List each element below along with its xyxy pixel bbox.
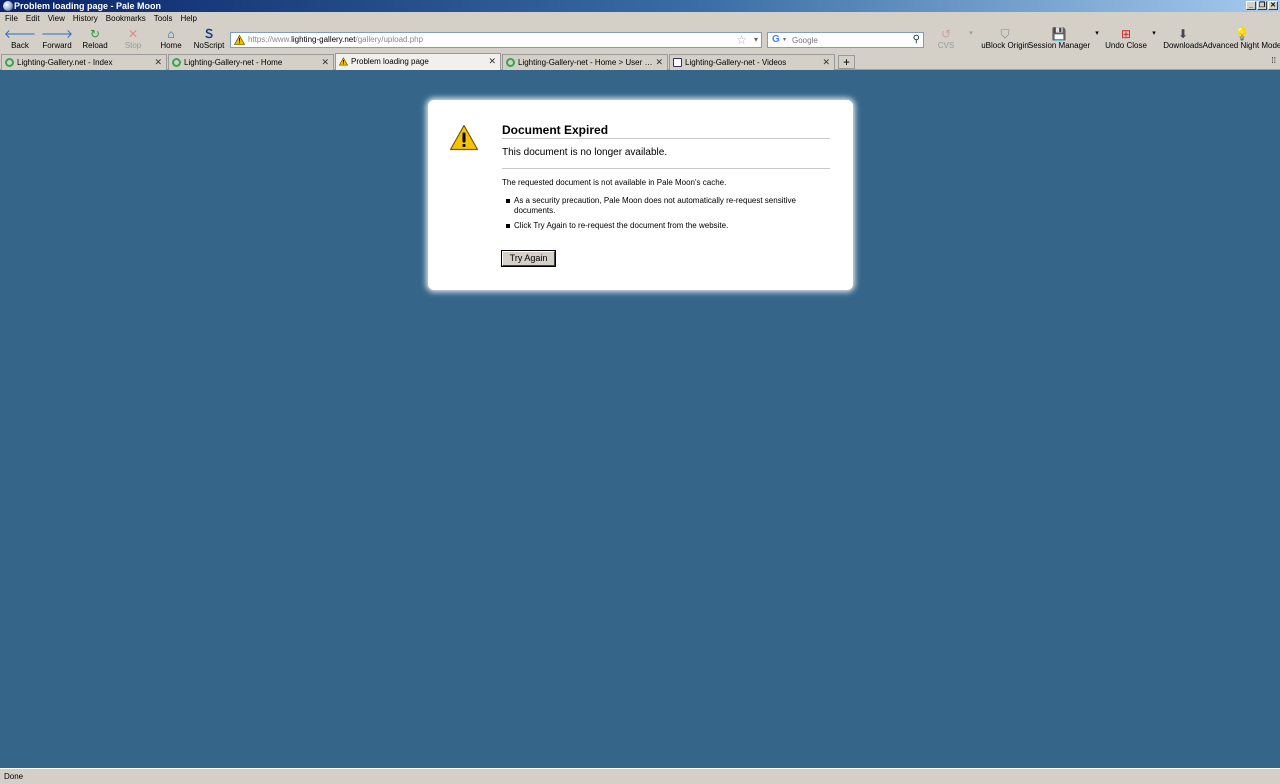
night-mode-button[interactable]: 💡 Advanced Night Mode [1203, 27, 1280, 52]
restore-button[interactable]: ❐ [1257, 1, 1267, 10]
undo-close-dropdown[interactable]: ▾ [1149, 27, 1159, 52]
google-icon[interactable]: G [772, 33, 780, 47]
undo-close-icon: ⊞ [1120, 27, 1132, 41]
title-bar: Problem loading page - Pale Moon _ ❐ ✕ [0, 0, 1280, 12]
loading-ring-icon [172, 58, 181, 67]
chevron-down-icon: ▾ [969, 30, 973, 37]
url-path: /gallery/upload.php [355, 35, 424, 44]
stop-icon: ✕ [127, 27, 139, 41]
menu-tools[interactable]: Tools [150, 12, 177, 26]
menu-edit[interactable]: Edit [22, 12, 44, 26]
url-host: lighting-gallery.net [291, 35, 356, 44]
page-content: Document Expired This document is no lon… [0, 70, 1280, 768]
window-title: Problem loading page - Pale Moon [14, 1, 162, 11]
list-item: As a security precaution, Pale Moon does… [502, 196, 830, 216]
reload-icon: ↻ [89, 27, 101, 41]
cvs-button[interactable]: ↺ CVS [937, 27, 955, 52]
tab-label: Lighting-Gallery-net - Videos [685, 58, 787, 67]
error-page-container: Document Expired This document is no lon… [428, 100, 853, 290]
search-icon[interactable]: ⚲ [913, 33, 920, 47]
warning-icon [234, 35, 245, 45]
tab-list-icon[interactable]: ⁞⁞ [1272, 56, 1276, 65]
menu-history[interactable]: History [69, 12, 102, 26]
error-title: Document Expired [502, 123, 830, 139]
menu-file[interactable]: File [1, 12, 22, 26]
error-description: The requested document is not available … [502, 178, 727, 187]
error-subtitle: This document is no longer available. [502, 147, 830, 169]
downloads-button[interactable]: ⬇ Downloads [1163, 27, 1203, 52]
menu-view[interactable]: View [44, 12, 69, 26]
chevron-down-icon: ▾ [1095, 30, 1099, 37]
cvs-icon: ↺ [940, 27, 952, 41]
ublock-origin-button[interactable]: ⛉ uBlock Origin [981, 27, 1029, 52]
home-button[interactable]: ⌂ Home [160, 27, 182, 52]
close-window-button[interactable]: ✕ [1268, 1, 1278, 10]
menu-bookmarks[interactable]: Bookmarks [102, 12, 150, 26]
undo-close-button[interactable]: ⊞ Undo Close [1105, 27, 1147, 52]
floppy-disk-icon: 💾 [1051, 27, 1067, 41]
stop-button[interactable]: ✕ Stop [123, 27, 143, 52]
back-button[interactable]: 🡐 Back [4, 27, 36, 52]
url-prefix: https://www. [248, 35, 292, 44]
loading-ring-icon [5, 58, 14, 67]
download-arrow-icon: ⬇ [1177, 27, 1189, 41]
list-item: Click Try Again to re-request the docume… [502, 221, 830, 231]
back-arrow-icon: 🡐 [3, 27, 37, 41]
tab-label: Lighting-Gallery-net - Home [184, 58, 283, 67]
pale-moon-icon [3, 1, 13, 11]
try-again-button[interactable]: Try Again [502, 251, 555, 266]
cvs-dropdown[interactable]: ▾ [966, 27, 976, 52]
warning-icon [339, 57, 348, 66]
minimize-button[interactable]: _ [1246, 1, 1256, 10]
noscript-icon: Ｓ [202, 27, 215, 41]
search-bar: G ▾ ⚲ [767, 32, 924, 48]
status-text: Done [4, 772, 24, 781]
session-manager-dropdown[interactable]: ▾ [1092, 27, 1102, 52]
forward-button[interactable]: 🡒 Forward [40, 27, 74, 52]
tab-label: Problem loading page [351, 57, 429, 66]
window-controls: _ ❐ ✕ [1246, 1, 1278, 10]
url-text: https://www.lighting-gallery.net/gallery… [248, 33, 423, 47]
forward-arrow-icon: 🡒 [40, 27, 74, 41]
shield-icon: ⛉ [1000, 27, 1010, 41]
menu-help[interactable]: Help [176, 12, 200, 26]
url-dropdown-icon[interactable]: ▾ [754, 33, 758, 47]
error-suggestions-list: As a security precaution, Pale Moon does… [502, 196, 830, 236]
url-bar[interactable]: https://www.lighting-gallery.net/gallery… [230, 32, 762, 48]
reload-button[interactable]: ↻ Reload [82, 27, 107, 52]
tab-strip: Lighting-Gallery.net - Index ✕ Lighting-… [0, 53, 1280, 70]
new-tab-button[interactable]: + [838, 55, 855, 69]
video-page-icon [673, 58, 682, 67]
search-input[interactable] [792, 34, 902, 46]
tab-problem-loading-page[interactable]: Problem loading page ✕ [335, 53, 501, 70]
status-bar: Done [0, 768, 1280, 784]
search-engine-dropdown-icon[interactable]: ▾ [783, 33, 786, 47]
loading-ring-icon [506, 58, 515, 67]
tab-label: Lighting-Gallery.net - Index [17, 58, 113, 67]
close-tab-icon[interactable]: ✕ [822, 55, 830, 70]
menu-bar: File Edit View History Bookmarks Tools H… [0, 12, 1280, 26]
warning-icon [449, 124, 479, 151]
tab-label: Lighting-Gallery-net - Home > User galle… [518, 58, 653, 67]
close-tab-icon[interactable]: ✕ [154, 55, 162, 70]
tab-lighting-gallery-home[interactable]: Lighting-Gallery-net - Home ✕ [168, 54, 334, 70]
tab-lighting-gallery-index[interactable]: Lighting-Gallery.net - Index ✕ [1, 54, 167, 70]
tab-videos[interactable]: Lighting-Gallery-net - Videos ✕ [669, 54, 835, 70]
noscript-button[interactable]: Ｓ NoScript [194, 27, 225, 52]
session-manager-button[interactable]: 💾 Session Manager [1028, 27, 1090, 52]
close-tab-icon[interactable]: ✕ [321, 55, 329, 70]
tab-user-gallery[interactable]: Lighting-Gallery-net - Home > User galle… [502, 54, 668, 70]
light-bulb-icon: 💡 [1234, 27, 1250, 41]
home-icon: ⌂ [167, 27, 175, 41]
close-tab-icon[interactable]: ✕ [488, 54, 496, 69]
bookmark-star-icon[interactable]: ☆ [736, 33, 747, 47]
close-tab-icon[interactable]: ✕ [655, 55, 663, 70]
chevron-down-icon: ▾ [1152, 30, 1156, 37]
